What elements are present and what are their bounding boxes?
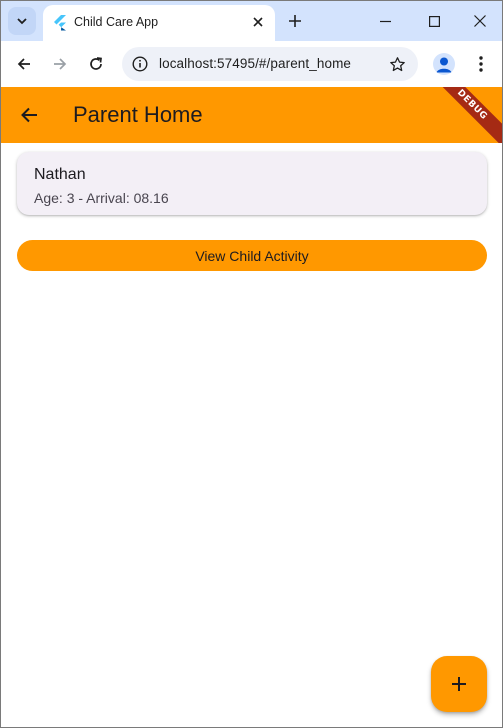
close-window-button[interactable] — [460, 5, 500, 37]
person-icon — [433, 53, 455, 75]
new-tab-button[interactable] — [284, 10, 306, 32]
debug-banner: DEBUG — [426, 87, 502, 143]
flutter-icon — [53, 15, 67, 31]
star-icon[interactable] — [386, 53, 408, 75]
arrow-right-icon — [53, 57, 67, 71]
arrow-left-icon — [17, 57, 31, 71]
child-name: Nathan — [34, 166, 86, 183]
close-icon[interactable] — [249, 13, 267, 31]
browser-window: Child Care App localhost:57495/#/parent_… — [0, 0, 503, 728]
app-bar: Parent Home DEBUG — [1, 87, 502, 143]
browser-toolbar: localhost:57495/#/parent_home — [1, 41, 502, 87]
minimize-icon — [379, 16, 391, 27]
plus-icon — [451, 676, 467, 692]
url-text[interactable]: localhost:57495/#/parent_home — [159, 56, 351, 71]
maximize-icon — [428, 15, 440, 27]
minimize-button[interactable] — [365, 5, 405, 37]
close-icon — [474, 15, 486, 27]
view-child-activity-button[interactable]: View Child Activity — [17, 240, 487, 271]
reload-icon — [89, 57, 103, 71]
browser-menu-button[interactable] — [467, 50, 495, 78]
add-button[interactable] — [431, 656, 487, 712]
back-button[interactable] — [10, 50, 38, 78]
child-details: Age: 3 - Arrival: 08.16 — [34, 190, 169, 206]
maximize-button[interactable] — [414, 5, 454, 37]
page-title: Parent Home — [73, 102, 203, 127]
reload-button[interactable] — [82, 50, 110, 78]
chevron-down-icon — [16, 15, 28, 27]
arrow-left-icon — [20, 106, 38, 124]
tab-strip: Child Care App — [1, 1, 502, 41]
browser-tab[interactable]: Child Care App — [43, 5, 275, 41]
plus-icon — [289, 15, 301, 27]
child-card[interactable]: Nathan Age: 3 - Arrival: 08.16 — [17, 152, 487, 215]
tab-title: Child Care App — [74, 15, 159, 29]
info-icon[interactable] — [128, 52, 152, 76]
address-bar[interactable]: localhost:57495/#/parent_home — [122, 47, 418, 81]
appbar-back-button[interactable] — [15, 101, 43, 129]
forward-button[interactable] — [46, 50, 74, 78]
profile-button[interactable] — [433, 53, 455, 75]
tab-list-button[interactable] — [8, 7, 36, 35]
kebab-menu-icon — [479, 56, 483, 72]
